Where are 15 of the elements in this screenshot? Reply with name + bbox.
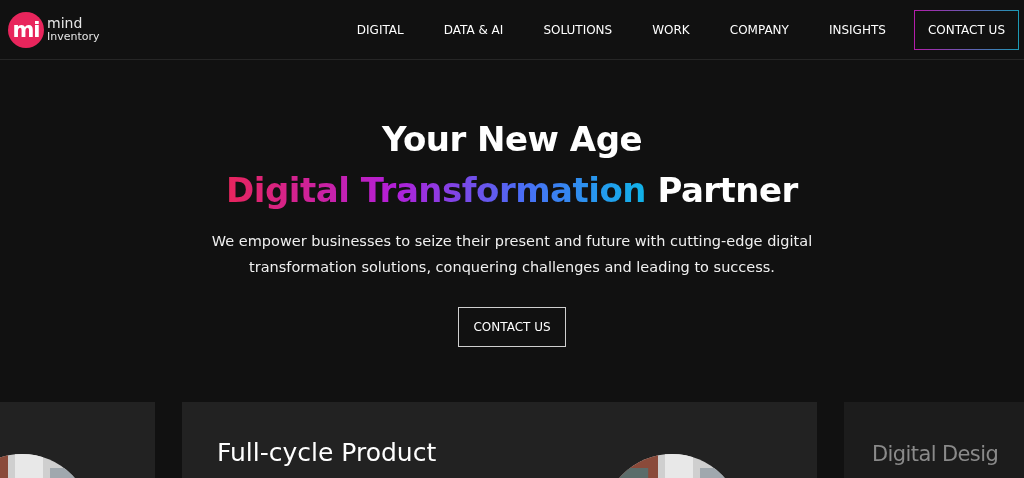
- nav-link[interactable]: DIGITAL: [336, 22, 424, 37]
- card-title: Full-cycle Product: [217, 438, 437, 467]
- logo-text: mind: [47, 16, 84, 30]
- card-title: Digital Desig: [872, 442, 999, 466]
- hero-heading: Your New Age: [381, 118, 643, 161]
- nav-link[interactable]: DATA & AI: [423, 22, 524, 37]
- nav-link[interactable]: INSIGHTS: [808, 22, 906, 37]
- hero-description: We empower businesses to seize their present and future with cutting-edge digital transformation solutions, conquering challenges and leading to success.: [210, 232, 814, 277]
- logo-mark[interactable]: mi: [8, 11, 44, 48]
- nav-link[interactable]: SOLUTIONS: [523, 22, 633, 37]
- nav-link[interactable]: WORK: [632, 22, 710, 37]
- contact-button[interactable]: CONTACT US: [913, 9, 1019, 50]
- logo-text: Inventory: [47, 29, 100, 43]
- nav-link[interactable]: COMPANY: [709, 22, 809, 37]
- contact-button[interactable]: CONTACT US: [458, 307, 566, 347]
